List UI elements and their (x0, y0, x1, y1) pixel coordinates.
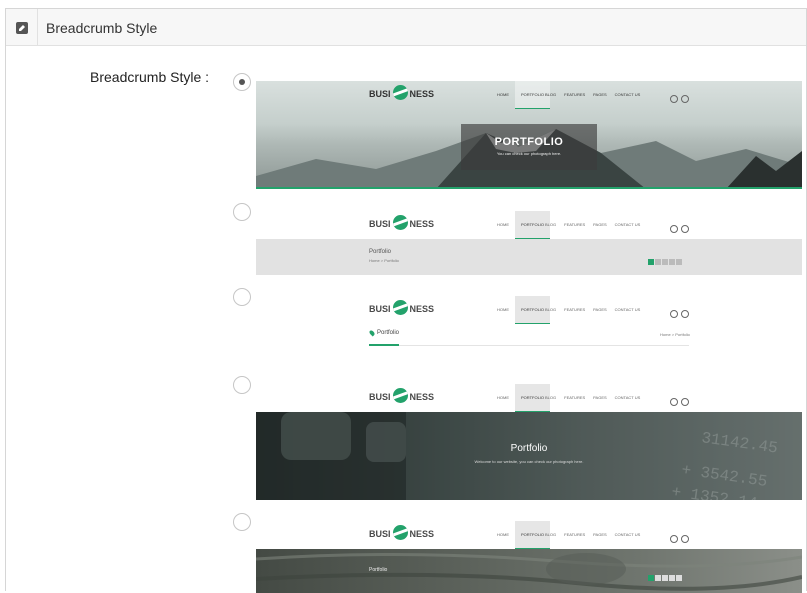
nav-items: HOME BLOG FEATURES PAGES CONTACT US (497, 222, 641, 227)
nav-items: HOME BLOG FEATURES PAGES CONTACT US (497, 395, 641, 400)
nav-icons (670, 393, 692, 411)
radio-style-3[interactable] (233, 288, 251, 306)
search-icon (681, 535, 689, 543)
dribbble-icon (662, 575, 668, 581)
breadcrumb-title: Portfolio (510, 443, 548, 454)
rss-icon (676, 259, 682, 265)
brand-logo: BUSI NESS (369, 300, 434, 316)
preview-style-2[interactable]: PORTFOLIO BUSI NESS HOME BLOG FEATURES PAGES… (256, 211, 802, 275)
search-icon (681, 225, 689, 233)
preview-style-1[interactable]: PORTFOLIO BUSI NESS HOME BLOG FEATURES PAGES… (256, 81, 802, 189)
edit-icon (16, 22, 28, 34)
radio-style-1[interactable] (233, 73, 251, 91)
panel-title: Breadcrumb Style (46, 20, 158, 36)
user-icon (670, 310, 678, 318)
dribbble-icon (662, 259, 668, 265)
facebook-icon (648, 575, 654, 581)
user-icon (670, 535, 678, 543)
breadcrumb-title: Portfolio (369, 249, 392, 255)
nav-items: HOME BLOG FEATURES PAGES CONTACT US (497, 532, 641, 537)
calculator-image: 31142.45 + 3542.55 + 1352.14 Portfolio W… (256, 412, 802, 500)
breadcrumb-trail: Home > Portfolio (369, 258, 399, 263)
preview-style-3[interactable]: PORTFOLIO BUSI NESS HOME BLOG FEATURES PAGES… (256, 296, 802, 348)
breadcrumb-subtitle: Welcome to our website, you can check ou… (474, 459, 584, 464)
vimeo-icon (669, 259, 675, 265)
twitter-icon (655, 259, 661, 265)
preview-style-5[interactable]: PORTFOLIO BUSI NESS HOME BLOG FEATURES PAGES… (256, 521, 802, 593)
brand-logo: BUSI NESS (369, 85, 434, 101)
social-icons (648, 568, 683, 586)
nav-icons (670, 220, 692, 238)
facebook-icon (648, 259, 654, 265)
user-icon (670, 95, 678, 103)
nav-icons (670, 90, 692, 108)
twitter-icon (655, 575, 661, 581)
wood-image: Portfolio (256, 549, 802, 593)
search-icon (681, 310, 689, 318)
user-icon (670, 225, 678, 233)
breadcrumb-title: Portfolio (377, 330, 400, 336)
preview-style-4[interactable]: PORTFOLIO BUSI NESS HOME BLOG FEATURES PAGES… (256, 384, 802, 500)
breadcrumb-bar: Portfolio Home > Portfolio (256, 239, 802, 275)
search-icon (681, 398, 689, 406)
nav-items: HOME BLOG FEATURES PAGES CONTACT US (497, 92, 641, 97)
brand-logo: BUSI NESS (369, 388, 434, 404)
brand-logo: BUSI NESS (369, 215, 434, 231)
radio-style-4[interactable] (233, 376, 251, 394)
rss-icon (676, 575, 682, 581)
preview-navbar: PORTFOLIO BUSI NESS HOME BLOG FEATURES PAGES… (256, 384, 802, 412)
panel-header: Breadcrumb Style (6, 9, 806, 46)
nav-icons (670, 530, 692, 548)
preview-navbar: PORTFOLIO BUSI NESS HOME BLOG FEATURES PAGES… (256, 81, 802, 109)
social-icons (648, 252, 683, 270)
divider (369, 345, 689, 346)
accent-divider (369, 344, 399, 346)
breadcrumb-style-panel: Breadcrumb Style Breadcrumb Style : PORT… (5, 8, 807, 593)
map-pin-icon (368, 329, 376, 337)
breadcrumb-subtitle: You can check our photograph here. (496, 151, 562, 156)
panel-header-icon-cell (6, 9, 38, 45)
user-icon (670, 398, 678, 406)
breadcrumb-trail: Home > Portfolio (660, 332, 690, 337)
preview-navbar: PORTFOLIO BUSI NESS HOME BLOG FEATURES PAGES… (256, 211, 802, 239)
nav-icons (670, 305, 692, 323)
search-icon (681, 95, 689, 103)
breadcrumb-title: Portfolio (369, 567, 388, 573)
breadcrumb-title: PORTFOLIO (494, 136, 564, 148)
vimeo-icon (669, 575, 675, 581)
title-box: PORTFOLIO You can check our photograph h… (461, 124, 597, 170)
field-label: Breadcrumb Style : (90, 69, 210, 85)
brand-logo: BUSI NESS (369, 525, 434, 541)
nav-items: HOME BLOG FEATURES PAGES CONTACT US (497, 307, 641, 312)
radio-style-5[interactable] (233, 513, 251, 531)
radio-style-2[interactable] (233, 203, 251, 221)
preview-navbar: PORTFOLIO BUSI NESS HOME BLOG FEATURES PAGES… (256, 296, 802, 324)
preview-navbar: PORTFOLIO BUSI NESS HOME BLOG FEATURES PAGES… (256, 521, 802, 549)
